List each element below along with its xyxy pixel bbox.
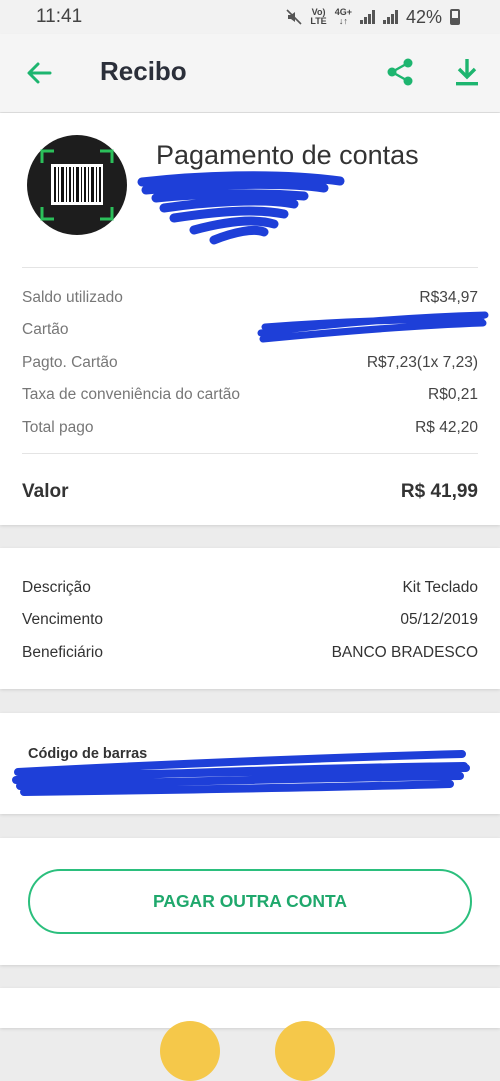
detail-row-taxa: Taxa de conveniência do cartão R$0,21 [22, 386, 478, 403]
valor-label: Valor [22, 481, 69, 502]
pay-another-bill-button[interactable]: PAGAR OUTRA CONTA [28, 869, 472, 934]
valor-row: Valor R$ 41,99 [22, 481, 478, 503]
bottom-card [0, 988, 500, 1081]
signal-icon-2 [382, 10, 398, 24]
back-arrow-icon[interactable] [24, 58, 54, 88]
redaction-scribble-card [257, 311, 489, 343]
action-card: PAGAR OUTRA CONTA [0, 838, 500, 965]
battery-icon [450, 9, 460, 25]
yellow-circle-icon-2[interactable] [275, 1021, 335, 1081]
redaction-scribble-barcode [12, 750, 470, 796]
detail-row-pagto-cartao: Pagto. Cartão R$7,23(1x 7,23) [22, 354, 478, 371]
divider [22, 453, 478, 454]
battery-percent: 42% [405, 6, 442, 27]
barcode-card: Código de barras [0, 713, 500, 814]
payment-summary-card: Pagamento de contas Saldo utilizado R$34… [0, 113, 500, 525]
barcode-scan-icon [27, 135, 127, 235]
status-bar: 11:41 Vo) LTE 4G+ ↓↑ 42% [0, 0, 500, 34]
download-icon[interactable] [452, 56, 482, 88]
detail-row-saldo: Saldo utilizado R$34,97 [22, 289, 478, 306]
bill-row-beneficiario: Beneficiário BANCO BRADESCO [22, 644, 478, 661]
volte-indicator: Vo) LTE [310, 7, 327, 26]
yellow-circle-icon[interactable] [160, 1021, 220, 1081]
valor-amount: R$ 41,99 [400, 481, 478, 502]
divider [22, 267, 478, 268]
bill-row-descricao: Descrição Kit Teclado [22, 579, 478, 596]
mute-icon [286, 9, 302, 25]
payment-title: Pagamento de contas [156, 140, 419, 170]
app-bar: Recibo [0, 34, 500, 112]
bill-row-vencimento: Vencimento 05/12/2019 [22, 611, 478, 628]
network-indicator: 4G+ ↓↑ [334, 7, 352, 26]
signal-icon [359, 10, 375, 24]
status-icons: Vo) LTE 4G+ ↓↑ 42% [286, 7, 460, 28]
redaction-scribble [137, 171, 345, 245]
page-title: Recibo [100, 56, 187, 86]
detail-row-total: Total pago R$ 42,20 [22, 419, 478, 436]
bill-details-card: Descrição Kit Teclado Vencimento 05/12/2… [0, 548, 500, 689]
share-icon[interactable] [384, 56, 416, 88]
status-time: 11:41 [36, 6, 83, 27]
